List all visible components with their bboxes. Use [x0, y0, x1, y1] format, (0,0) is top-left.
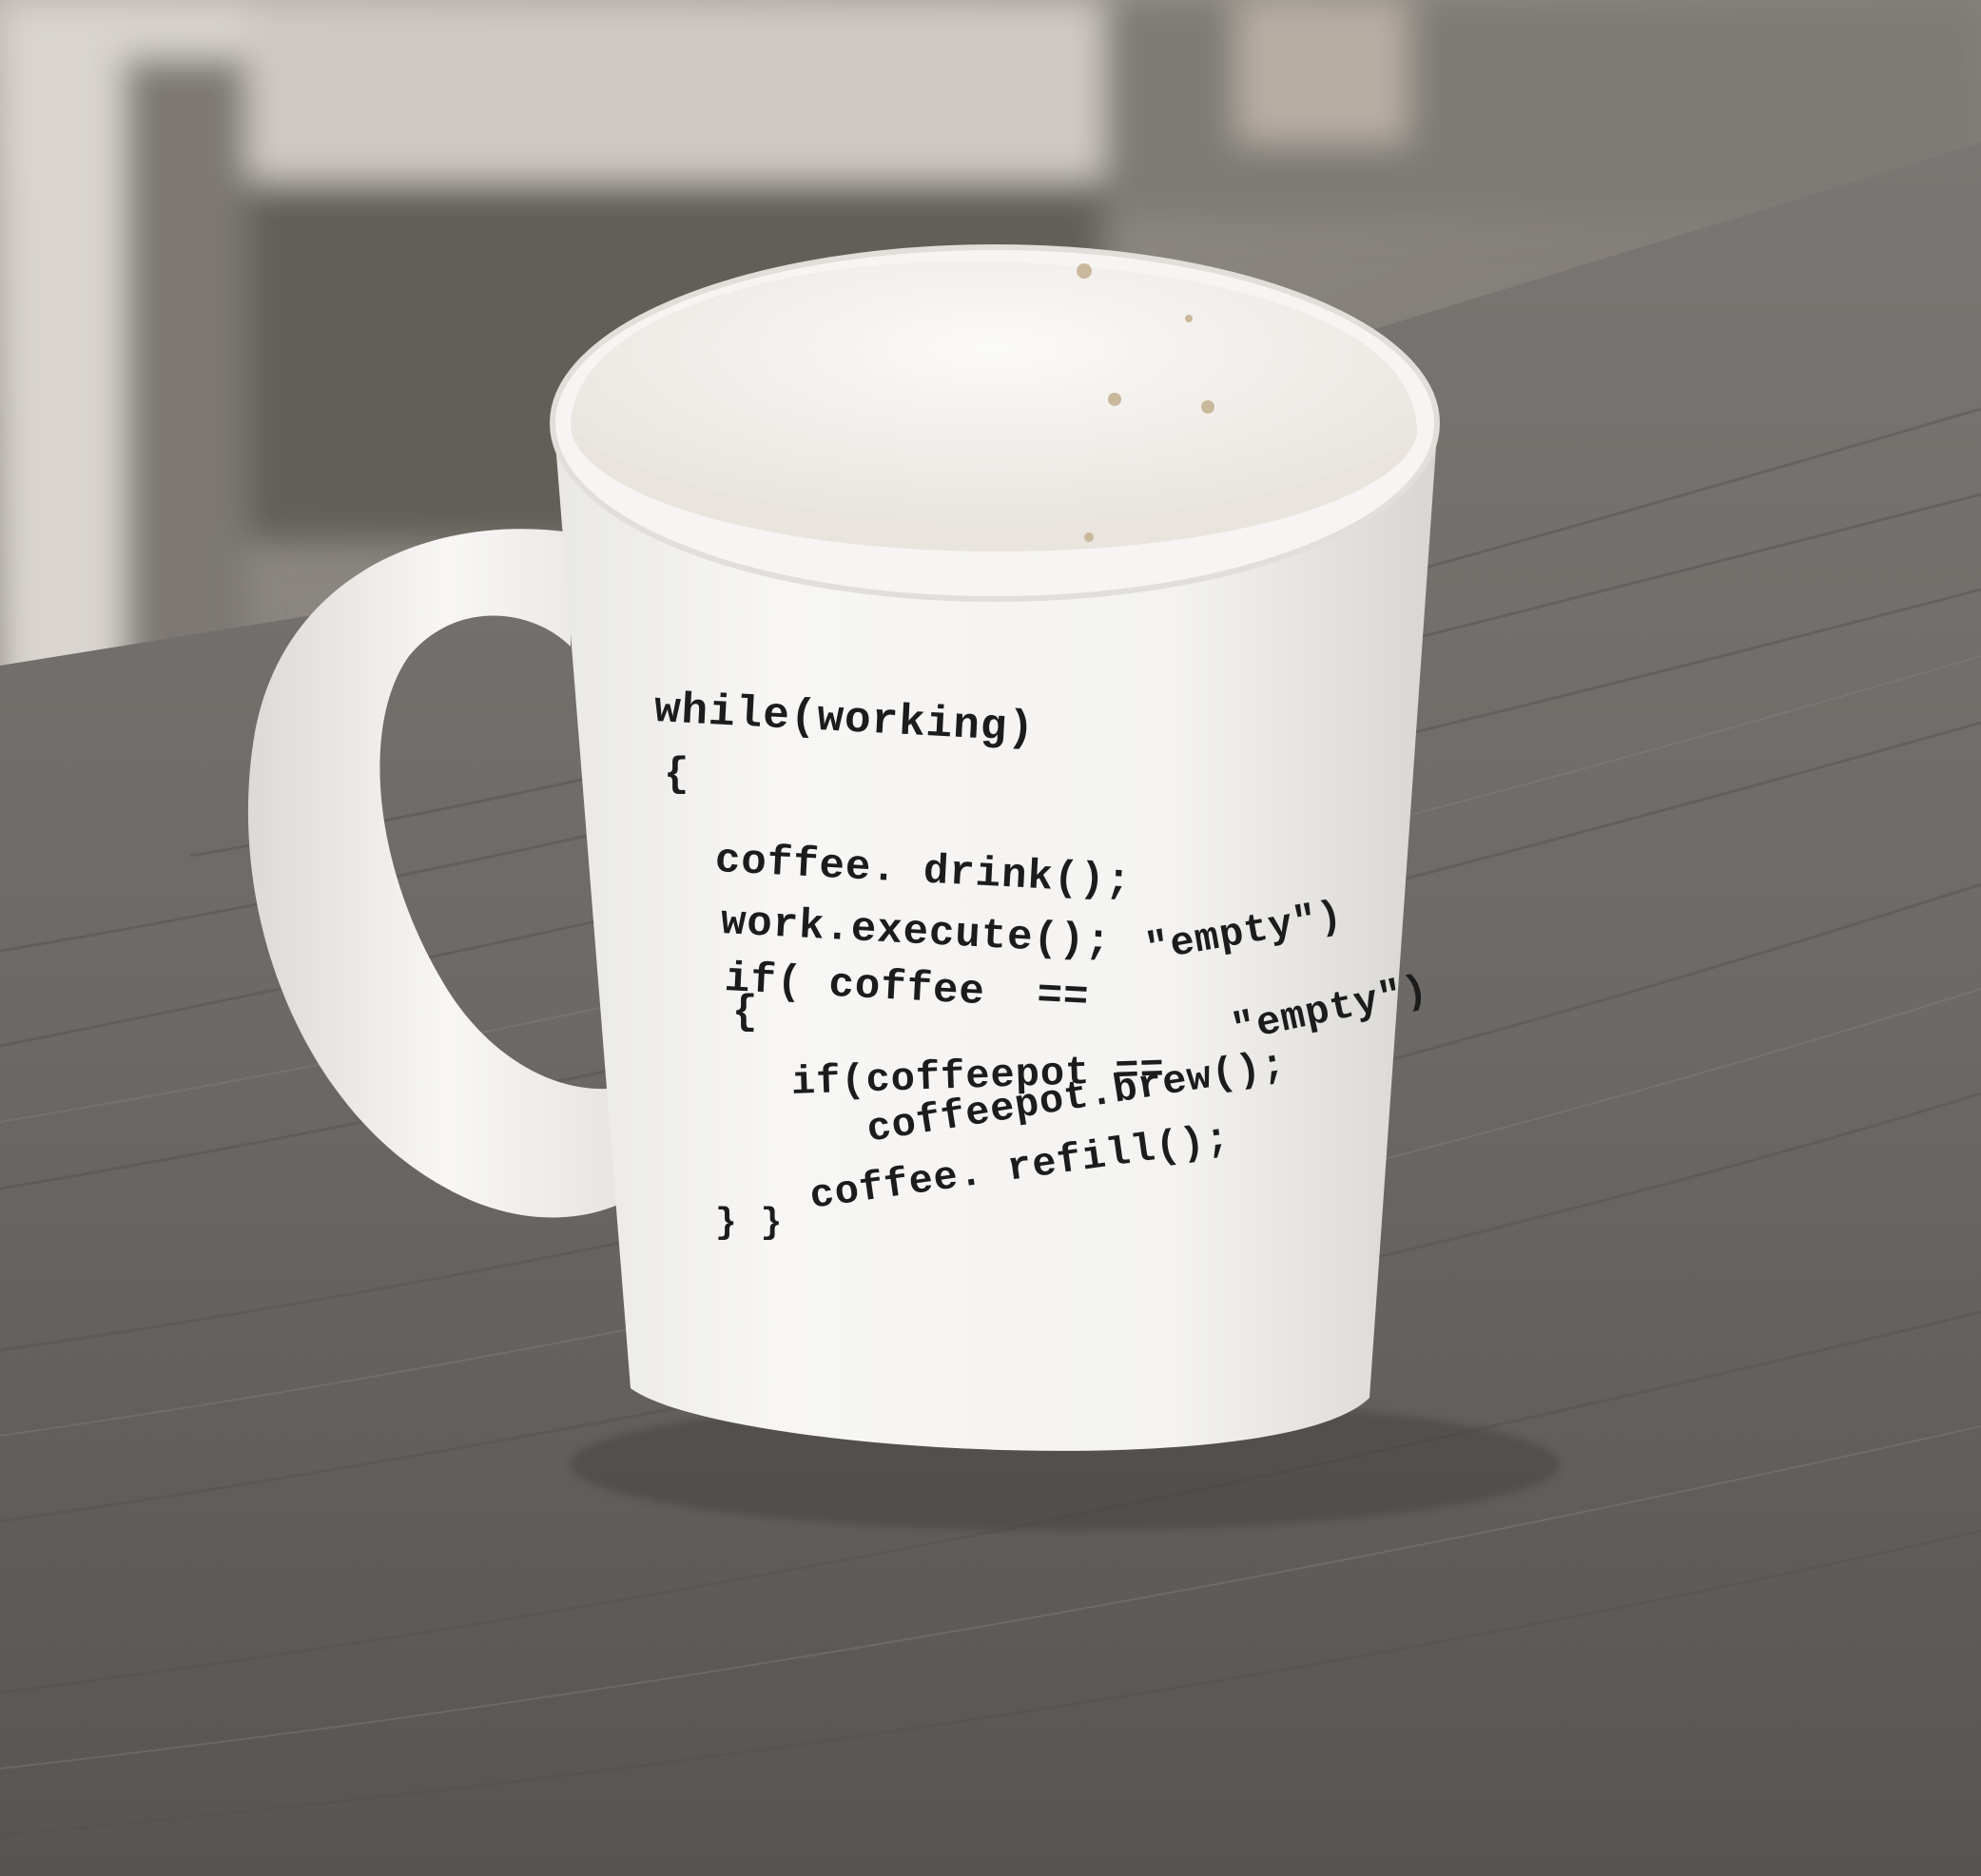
code-line-inner-brace: { — [732, 989, 759, 1036]
code-line-close-braces: } } — [715, 1203, 784, 1244]
code-line-open-brace: { — [664, 751, 690, 799]
